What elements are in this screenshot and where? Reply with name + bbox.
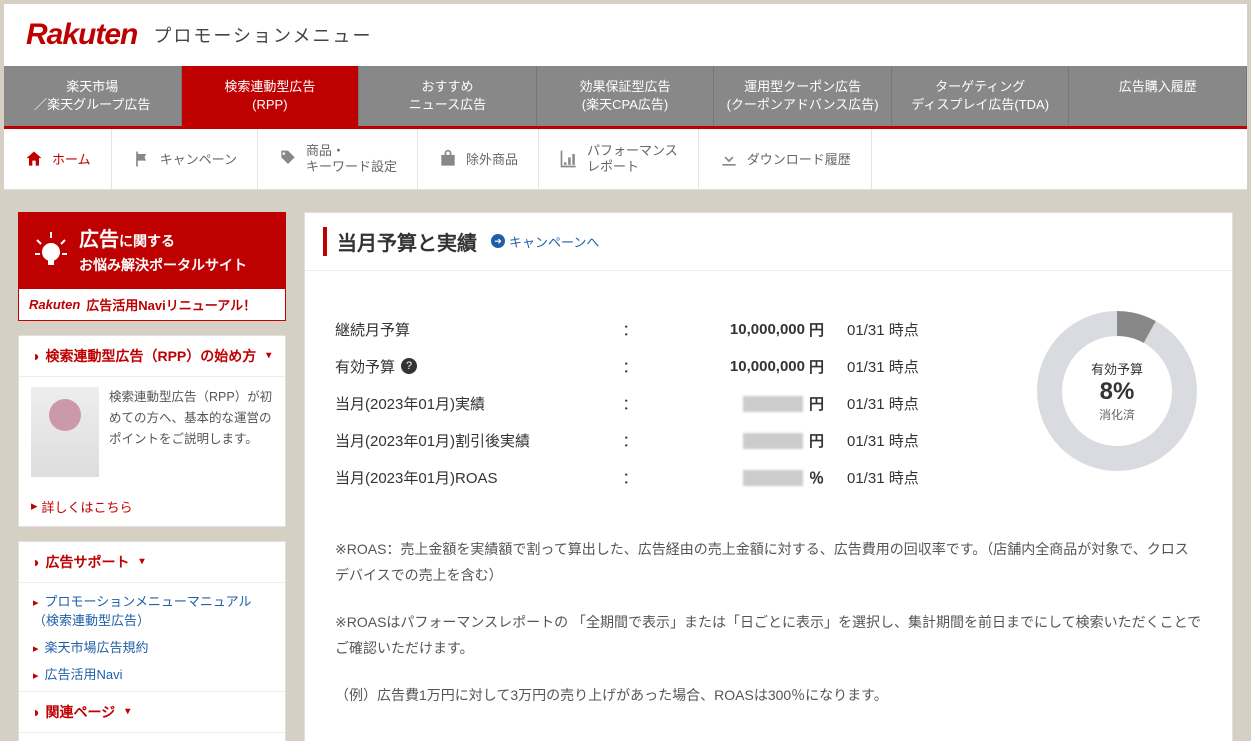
side-panel-intro: ◑検索連動型広告（RPP）の始め方 検索連動型広告（RPP）が初めての方へ、基本…: [18, 335, 286, 527]
subnav-performance-label: パフォーマンスレポート: [587, 143, 678, 174]
side-intro-link[interactable]: ▸ 詳しくはこちら: [19, 487, 285, 526]
tab-tda[interactable]: ターゲティングディスプレイ広告(TDA): [892, 66, 1070, 126]
side-panel-support: ◑広告サポート プロモーションメニューマニュアル（検索連動型広告） 楽天市場広告…: [18, 541, 286, 741]
donut-percent: 8%: [1100, 378, 1135, 406]
side-intro-head[interactable]: ◑検索連動型広告（RPP）の始め方: [19, 336, 285, 377]
support-link-navi[interactable]: 広告活用Navi: [19, 660, 285, 687]
note-roas-how: ※ROASはパフォーマンスレポートの 「全期間で表示」または「日ごとに表示」を選…: [335, 609, 1202, 662]
header-bar: Rakuten プロモーションメニュー: [4, 4, 1247, 66]
chart-icon: [559, 149, 579, 169]
tab-coupon-ad[interactable]: 運用型クーポン広告(クーポンアドバンス広告): [714, 66, 892, 126]
flag-icon: [132, 149, 152, 169]
redacted-value: [743, 433, 803, 449]
tab-history[interactable]: 広告購入履歴: [1069, 66, 1247, 126]
support-link-manual[interactable]: プロモーションメニューマニュアル（検索連動型広告）: [19, 587, 285, 633]
subnav-performance[interactable]: パフォーマンスレポート: [539, 129, 699, 188]
donut-label-1: 有効予算: [1091, 359, 1143, 378]
arrow-circle-icon: ➜: [491, 234, 505, 248]
promo-text: 広告に関する お悩み解決ポータルサイト: [79, 225, 247, 276]
home-icon: [24, 149, 44, 169]
subnav-keyword[interactable]: 商品・キーワード設定: [258, 129, 418, 188]
promo-strip-brand: Rakuten: [29, 297, 80, 312]
subnav-keyword-label: 商品・キーワード設定: [306, 143, 397, 174]
subnav-exclude-label: 除外商品: [466, 149, 518, 168]
redacted-value: [743, 396, 803, 412]
budget-donut-chart: 有効予算 8% 消化済: [1032, 311, 1202, 496]
redacted-value: [743, 470, 803, 486]
support-link-rules[interactable]: 楽天市場広告規約: [19, 633, 285, 660]
promo-banner[interactable]: 広告に関する お悩み解決ポータルサイト: [18, 212, 286, 289]
metric-row-roas: 当月(2023年01月)ROAS： ％ 01/31 時点: [335, 459, 1002, 496]
note-roas-def: ※ROAS：売上金額を実績額で割って算出した、広告経由の売上金額に対する、広告費…: [335, 536, 1202, 589]
metric-row-discounted: 当月(2023年01月)割引後実績： 円 01/31 時点: [335, 422, 1002, 459]
rakuten-logo[interactable]: Rakuten: [26, 18, 137, 52]
secondary-nav: ホーム キャンペーン 商品・キーワード設定 除外商品 パフォーマンスレポート: [4, 129, 1247, 189]
donut-label-2: 消化済: [1099, 406, 1135, 423]
tab-rakuten-market[interactable]: 楽天市場／楽天グループ広告: [4, 66, 182, 126]
promo-strip-text: 広告活用Naviリニューアル！: [86, 295, 256, 314]
subnav-exclude[interactable]: 除外商品: [418, 129, 539, 188]
subnav-campaign[interactable]: キャンペーン: [112, 129, 258, 188]
bulb-icon: [31, 230, 71, 270]
subnav-campaign-label: キャンペーン: [160, 149, 237, 168]
tab-news-ad[interactable]: おすすめニュース広告: [359, 66, 537, 126]
subnav-home-label: ホーム: [52, 149, 91, 168]
subnav-download[interactable]: ダウンロード履歴: [699, 129, 872, 188]
subnav-home[interactable]: ホーム: [4, 129, 112, 188]
help-icon[interactable]: ?: [401, 358, 417, 374]
tag-icon: [278, 149, 298, 169]
related-link-rms[interactable]: RMSメインページ: [19, 737, 285, 741]
side-related-head[interactable]: ◑関連ページ: [19, 691, 285, 733]
promo-strip[interactable]: Rakuten 広告活用Naviリニューアル！: [18, 289, 286, 321]
note-roas-example: （例）広告費1万円に対して3万円の売り上げがあった場合、ROASは300％になり…: [335, 682, 1202, 709]
avatar-image: [31, 387, 99, 477]
primary-nav: 楽天市場／楽天グループ広告 検索連動型広告(RPP) おすすめニュース広告 効果…: [4, 66, 1247, 126]
main-panel: 当月予算と実績 ➜キャンペーンへ 継続月予算： 10,000,000円 01/3…: [304, 212, 1233, 741]
page-title: 当月予算と実績: [323, 227, 477, 256]
campaign-link[interactable]: ➜キャンペーンへ: [491, 232, 599, 251]
metrics-table: 継続月予算： 10,000,000円 01/31 時点 有効予算 ?： 10,0…: [335, 311, 1002, 496]
subnav-download-label: ダウンロード履歴: [747, 149, 851, 168]
bag-icon: [438, 149, 458, 169]
metric-row-actual: 当月(2023年01月)実績： 円 01/31 時点: [335, 385, 1002, 422]
tab-rpp[interactable]: 検索連動型広告(RPP): [182, 66, 360, 126]
metric-row-continuing-budget: 継続月予算： 10,000,000円 01/31 時点: [335, 311, 1002, 348]
tab-cpa-ad[interactable]: 効果保証型広告(楽天CPA広告): [537, 66, 715, 126]
notes-section: ※ROAS：売上金額を実績額で割って算出した、広告経由の売上金額に対する、広告費…: [305, 516, 1232, 741]
sidebar: 広告に関する お悩み解決ポータルサイト Rakuten 広告活用Naviリニュー…: [18, 212, 286, 741]
side-support-head[interactable]: ◑広告サポート: [19, 542, 285, 583]
download-icon: [719, 149, 739, 169]
metric-row-effective-budget: 有効予算 ?： 10,000,000円 01/31 時点: [335, 348, 1002, 385]
header-subtitle: プロモーションメニュー: [153, 22, 372, 48]
side-intro-body: 検索連動型広告（RPP）が初めての方へ、基本的な運営のポイントをご説明します。: [109, 387, 273, 477]
